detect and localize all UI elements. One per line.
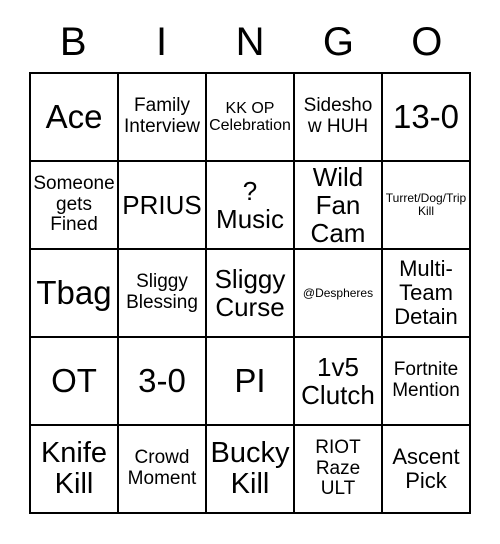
bingo-row: Knife Kill Crowd Moment Bucky Kill RIOT …: [31, 426, 471, 514]
bingo-cell[interactable]: Ace: [31, 74, 119, 162]
bingo-cell-label: 13-0: [392, 98, 460, 136]
bingo-cell-label: Ace: [45, 98, 103, 136]
bingo-cell-label: Someone gets Fined: [33, 173, 115, 236]
bingo-cell[interactable]: Fortnite Mention: [383, 338, 471, 426]
bingo-cell[interactable]: ? Music: [207, 162, 295, 250]
bingo-cell[interactable]: Crowd Moment: [119, 426, 207, 514]
bingo-cell-label: Tbag: [36, 274, 112, 312]
bingo-cell[interactable]: Sideshow HUH: [295, 74, 383, 162]
bingo-cell-label: Fortnite Mention: [392, 359, 460, 401]
bingo-cell[interactable]: RIOT Raze ULT: [295, 426, 383, 514]
bingo-cell[interactable]: KK OP Celebration: [207, 74, 295, 162]
bingo-cell-label: RIOT Raze ULT: [315, 437, 361, 500]
bingo-cell[interactable]: Family Interview: [119, 74, 207, 162]
bingo-cell[interactable]: Multi-Team Detain: [383, 250, 471, 338]
bingo-row: Someone gets Fined PRIUS ? Music Wild Fa…: [31, 162, 471, 250]
bingo-header-letter-n: N: [235, 20, 265, 64]
bingo-cell[interactable]: Tbag: [31, 250, 119, 338]
bingo-cell[interactable]: OT: [31, 338, 119, 426]
bingo-cell-label: Wild Fan Cam: [310, 162, 366, 249]
bingo-cell-label: Sliggy Blessing: [126, 271, 198, 313]
bingo-cell[interactable]: 13-0: [383, 74, 471, 162]
bingo-header-letter-g: G: [322, 20, 354, 64]
bingo-cell[interactable]: @Despheres: [295, 250, 383, 338]
bingo-cell[interactable]: 3-0: [119, 338, 207, 426]
bingo-cell-label: Crowd Moment: [127, 447, 197, 489]
bingo-cell[interactable]: Turret/Dog/Trip Kill: [383, 162, 471, 250]
bingo-cell[interactable]: Ascent Pick: [383, 426, 471, 514]
bingo-cell-label: Multi-Team Detain: [394, 256, 458, 329]
bingo-cell[interactable]: PI: [207, 338, 295, 426]
bingo-cell[interactable]: Knife Kill: [31, 426, 119, 514]
bingo-row: Ace Family Interview KK OP Celebration S…: [31, 74, 471, 162]
bingo-cell[interactable]: Someone gets Fined: [31, 162, 119, 250]
bingo-cell[interactable]: Wild Fan Cam: [295, 162, 383, 250]
bingo-cell[interactable]: 1v5 Clutch: [295, 338, 383, 426]
bingo-row: Tbag Sliggy Blessing Sliggy Curse @Desph…: [31, 250, 471, 338]
bingo-cell[interactable]: Sliggy Blessing: [119, 250, 207, 338]
bingo-cell-label: Knife Kill: [40, 436, 108, 500]
bingo-row: OT 3-0 PI 1v5 Clutch Fortnite Mention: [31, 338, 471, 426]
bingo-cell[interactable]: PRIUS: [119, 162, 207, 250]
bingo-cell-label: Bucky Kill: [210, 436, 290, 500]
bingo-card: B I N G O Ace Family Interview KK OP Cel…: [29, 14, 471, 514]
bingo-cell-label: Family Interview: [123, 95, 201, 137]
bingo-header-letter-i: I: [156, 20, 168, 64]
bingo-header-row: B I N G O: [29, 14, 471, 72]
bingo-cell-label: PI: [234, 362, 266, 400]
bingo-cell-label: KK OP Celebration: [209, 99, 291, 134]
bingo-cell-label: Sideshow HUH: [303, 95, 373, 137]
bingo-cell[interactable]: Bucky Kill: [207, 426, 295, 514]
bingo-cell-label: 3-0: [138, 362, 186, 400]
bingo-cell-label: @Despheres: [302, 285, 374, 300]
bingo-header-letter-b: B: [59, 20, 87, 64]
bingo-header-letter-o: O: [411, 20, 443, 64]
bingo-cell-label: Sliggy Curse: [214, 263, 286, 322]
bingo-cell-label: OT: [51, 362, 97, 400]
bingo-cell[interactable]: Sliggy Curse: [207, 250, 295, 338]
bingo-cell-label: Turret/Dog/Trip Kill: [385, 191, 467, 218]
bingo-cell-label: 1v5 Clutch: [301, 351, 375, 410]
bingo-grid: Ace Family Interview KK OP Celebration S…: [29, 72, 471, 514]
bingo-cell-label: ? Music: [216, 175, 284, 234]
bingo-cell-label: PRIUS: [122, 189, 202, 220]
bingo-cell-label: Ascent Pick: [392, 444, 460, 493]
